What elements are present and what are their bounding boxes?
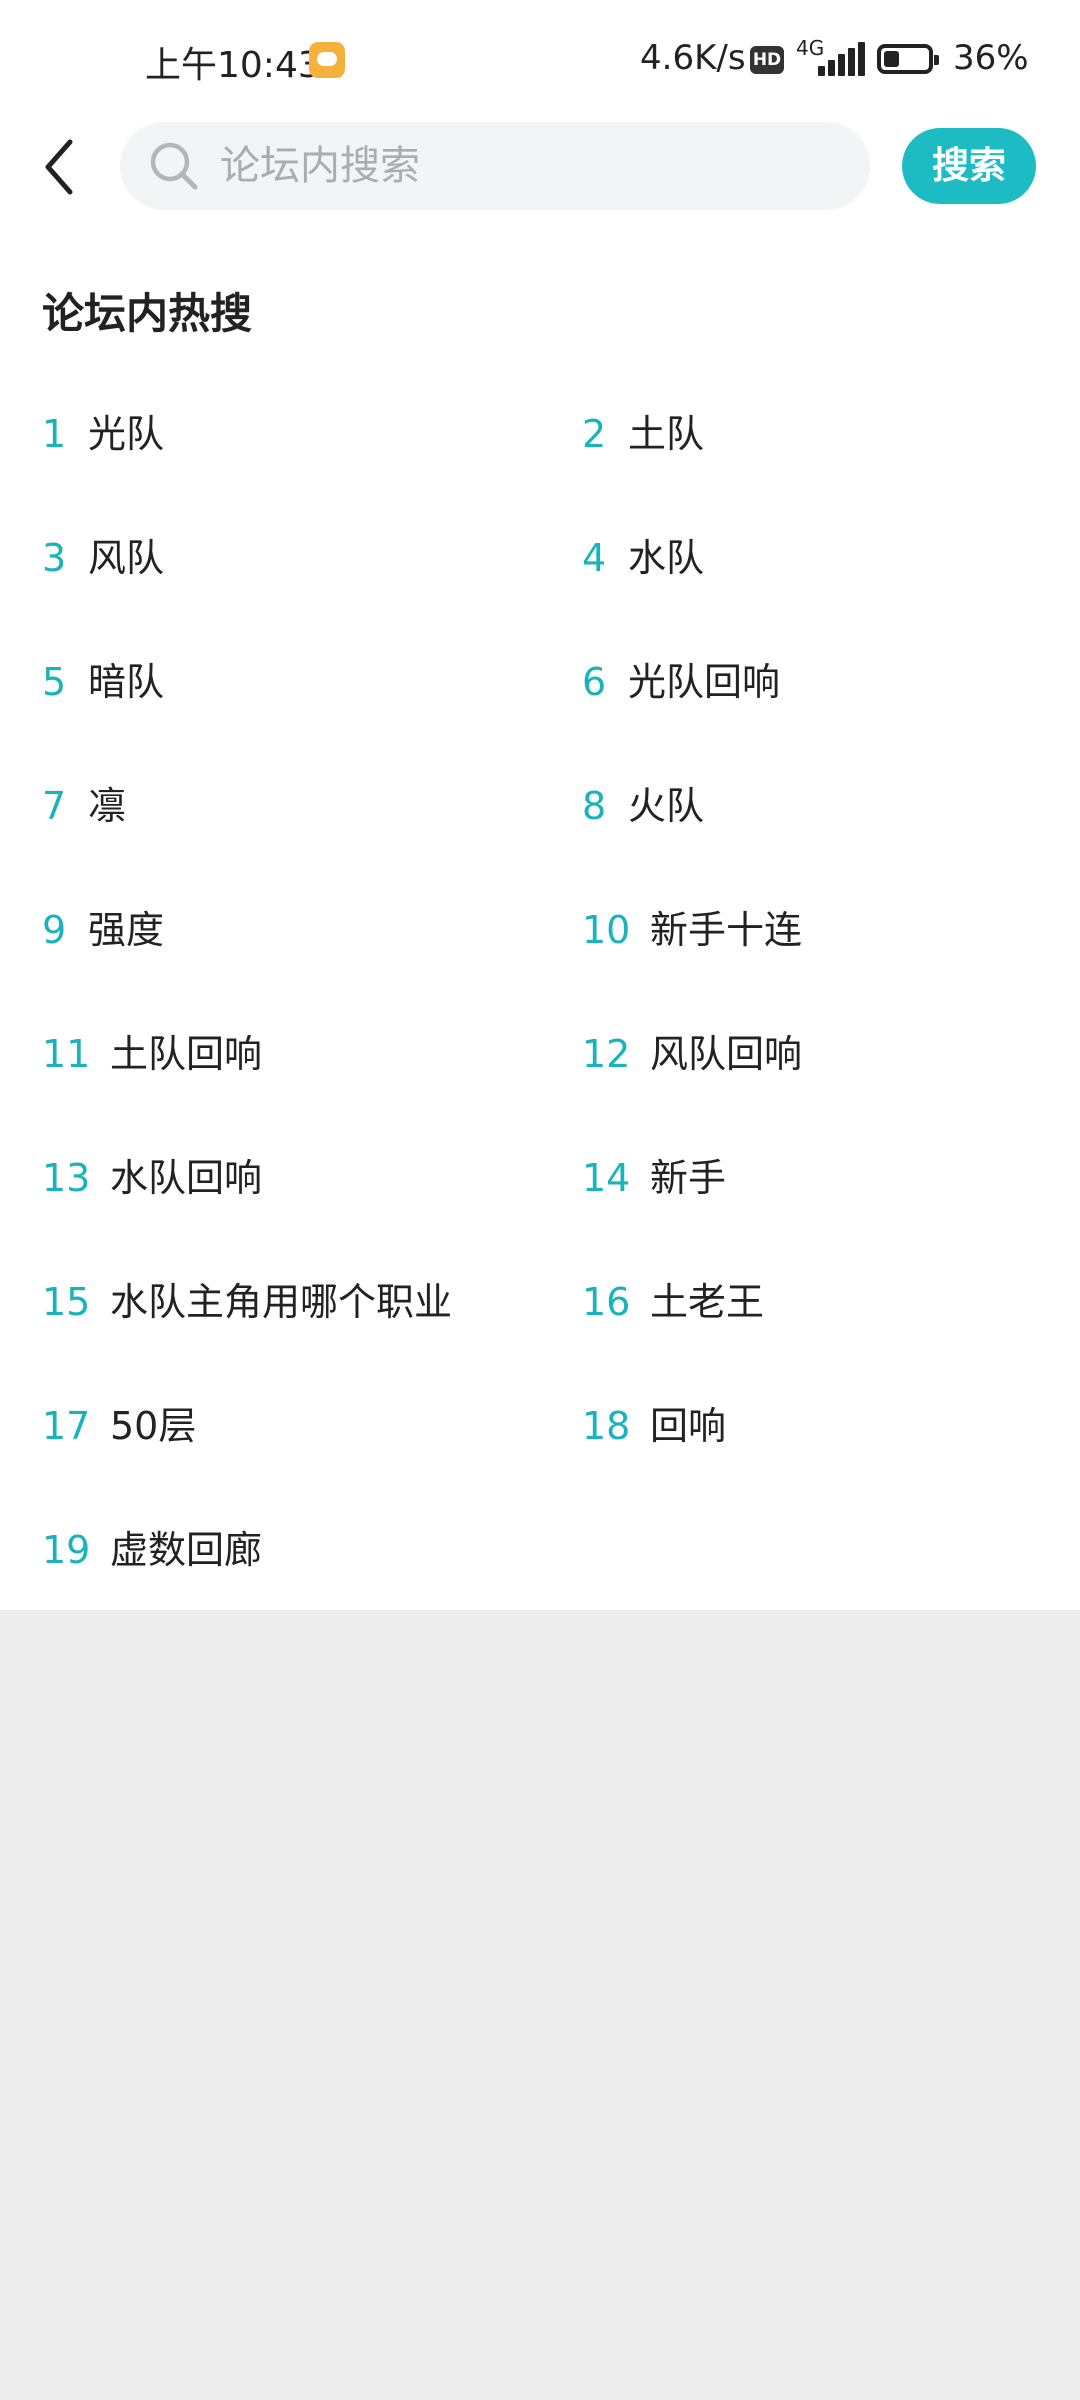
hot-rank: 5 [42, 660, 67, 704]
hot-rank: 9 [42, 908, 67, 952]
hot-search-item[interactable]: 2 土队 [582, 372, 704, 496]
hot-rank: 1 [42, 412, 67, 456]
hot-search-item[interactable]: 7凛 [42, 744, 126, 868]
battery-fill [884, 51, 899, 67]
hot-text: 土队回响 [110, 1032, 263, 1076]
battery-icon [877, 44, 939, 74]
network-speed: 4.6K/s [640, 38, 746, 78]
hot-text: 光队回响 [628, 660, 781, 704]
hot-rank: 4 [582, 536, 607, 580]
hot-search-item[interactable]: 10 新手十连 [582, 868, 802, 992]
hot-rank: 8 [582, 784, 607, 828]
hot-search-item[interactable]: 19 虚数回廊 [42, 1488, 262, 1612]
hot-text: 水队主角用哪个职业 [110, 1280, 453, 1324]
status-time: 上午10:43 [145, 45, 321, 86]
hot-search-item[interactable]: 1 光队 [42, 372, 164, 496]
hot-text: 土老王 [650, 1280, 765, 1324]
section-title: 论坛内热搜 [42, 289, 253, 338]
hot-text: 风队回响 [650, 1032, 803, 1076]
hot-search-item[interactable]: 15 水队主角用哪个职业 [42, 1240, 452, 1364]
hot-search-item[interactable]: 13 水队回响 [42, 1116, 262, 1240]
hot-rank: 16 [582, 1280, 631, 1324]
hot-rank: 11 [42, 1032, 91, 1076]
chevron-left-icon [45, 139, 73, 195]
hot-search-item[interactable]: 4 水队 [582, 496, 704, 620]
hot-rank: 18 [582, 1404, 631, 1448]
hot-text: 土队 [628, 412, 705, 456]
hot-text: 虚数回廊 [110, 1528, 263, 1572]
hd-badge: HD [750, 46, 784, 74]
hot-rank: 17 [42, 1404, 91, 1448]
hot-text: 水队回响 [110, 1156, 263, 1200]
hot-text: 新手 [650, 1156, 727, 1200]
hot-text: 火队 [628, 784, 705, 828]
hot-text: 新手十连 [650, 908, 803, 952]
hot-search-item[interactable]: 5 暗队 [42, 620, 164, 744]
hot-search-item[interactable]: 11 土队回响 [42, 992, 262, 1116]
hot-rank: 12 [582, 1032, 631, 1076]
battery-percent: 36% [953, 38, 1029, 78]
hot-text: 50层 [110, 1404, 197, 1448]
search-box[interactable] [120, 122, 870, 210]
hot-rank: 3 [42, 536, 67, 580]
hot-search-item[interactable]: 12 风队回响 [582, 992, 802, 1116]
hot-rank: 19 [42, 1528, 91, 1572]
status-bar: 上午10:43 4.6K/s HD 4G 36% [0, 0, 1080, 120]
hot-text: 暗队 [88, 660, 165, 704]
page: 上午10:43 4.6K/s HD 4G 36% 论坛内搜索 搜索 论坛内热搜 … [0, 0, 1080, 2400]
hot-rank: 10 [582, 908, 631, 952]
message-notification-icon [309, 42, 345, 78]
hot-text: 风队 [88, 536, 165, 580]
hot-rank: 7 [42, 784, 67, 828]
hot-text: 强度 [88, 908, 165, 952]
search-button[interactable]: 搜索 [902, 128, 1036, 204]
hot-text: 光队 [88, 412, 165, 456]
content-panel: 上午10:43 4.6K/s HD 4G 36% 论坛内搜索 搜索 论坛内热搜 … [0, 0, 1080, 1610]
hot-rank: 14 [582, 1156, 631, 1200]
hot-rank: 13 [42, 1156, 91, 1200]
hot-rank: 6 [582, 660, 607, 704]
hot-search-item[interactable]: 17 50层 [42, 1364, 196, 1488]
hot-search-item[interactable]: 9 强度 [42, 868, 164, 992]
hot-search-item[interactable]: 8 火队 [582, 744, 704, 868]
hot-search-list: 1 光队 2 土队 3 风队 4 水队 5 暗队 6 光队回响 7凛 8 火队 9 强度 10 新… [0, 372, 1080, 1612]
hot-rank: 15 [42, 1280, 91, 1324]
hot-search-item[interactable]: 16 土老王 [582, 1240, 764, 1364]
back-button[interactable] [30, 130, 90, 200]
hot-search-item[interactable]: 3 风队 [42, 496, 164, 620]
hot-rank: 2 [582, 412, 607, 456]
search-input[interactable] [220, 122, 840, 210]
signal-strength-icon [818, 42, 866, 76]
hot-text: 回响 [650, 1404, 727, 1448]
search-icon [150, 142, 198, 190]
hot-text: 凛 [88, 784, 127, 828]
hot-search-item[interactable]: 18 回响 [582, 1364, 726, 1488]
hot-search-item[interactable]: 14 新手 [582, 1116, 726, 1240]
hot-search-item[interactable]: 6 光队回响 [582, 620, 780, 744]
hot-text: 水队 [628, 536, 705, 580]
